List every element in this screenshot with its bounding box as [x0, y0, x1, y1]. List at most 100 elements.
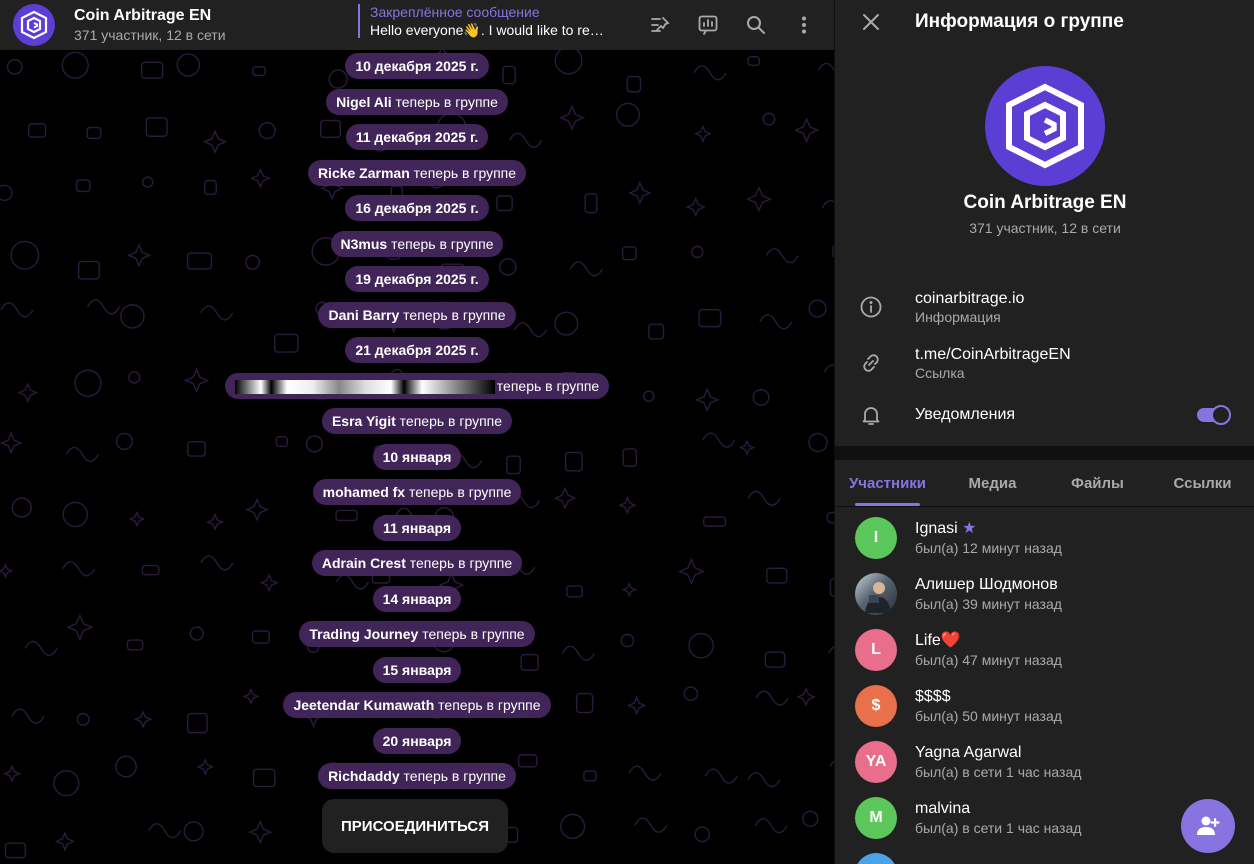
wallpaper-doodle: [248, 819, 273, 845]
chat-area: Coin Arbitrage EN 371 участник, 12 в сет…: [0, 0, 834, 864]
message-list: 10 декабря 2025 г. Nigel Ali теперь в гр…: [0, 53, 834, 789]
pinned-message[interactable]: Закреплённое сообщение Hello everyone👋. …: [358, 4, 608, 38]
member-name[interactable]: mohamed fx: [323, 484, 405, 500]
close-panel-button[interactable]: [853, 4, 889, 40]
date-separator: 15 января: [372, 656, 462, 683]
chat-subtitle: 371 участник, 12 в сети: [74, 27, 226, 43]
pinned-message-title: Закреплённое сообщение: [370, 4, 540, 20]
list-item[interactable]: YA Yagna Agarwal был(а) в сети 1 час наз…: [835, 734, 1254, 790]
panel-tabs: Участники Медиа Файлы Ссылки: [835, 460, 1254, 507]
invite-link-label: Ссылка: [915, 364, 965, 381]
list-item[interactable]: Алишер Шодмонов был(а) 39 минут назад: [835, 566, 1254, 622]
date-separator: 19 декабря 2025 г.: [345, 266, 489, 292]
pinned-list-button[interactable]: [642, 7, 678, 43]
member-status: был(а) в сети 1 час назад: [915, 764, 1082, 780]
member-text: Ignasi ★ был(а) 12 минут назад: [915, 519, 1062, 557]
info-description-row[interactable]: coinarbitrage.io Информация: [835, 283, 1254, 331]
date-separator: 11 декабря 2025 г.: [345, 124, 489, 150]
join-text: теперь в группе: [405, 555, 513, 571]
group-profile-avatar[interactable]: [985, 66, 1105, 186]
info-icon-wrap: [835, 295, 907, 319]
avatar: [855, 573, 897, 615]
search-icon: [747, 16, 765, 34]
avatar: $: [855, 685, 897, 727]
add-member-button[interactable]: [1181, 799, 1235, 853]
join-text: теперь в группе: [399, 768, 506, 784]
notifications-row[interactable]: Уведомления: [835, 391, 1254, 439]
invite-link-text[interactable]: t.me/CoinArbitrageEN: [915, 345, 1071, 365]
list-item[interactable]: $ $$$$ был(а) 50 минут назад: [835, 678, 1254, 734]
group-name: Coin Arbitrage EN: [963, 192, 1127, 213]
member-name[interactable]: Esra Yigit: [332, 413, 396, 429]
join-text: теперь в группе: [387, 235, 494, 252]
member-name[interactable]: Nigel Ali: [336, 94, 392, 110]
join-group-button[interactable]: ПРИСОЕДИНИТЬСЯ: [322, 799, 508, 853]
info-icon: [860, 296, 882, 318]
tab-files[interactable]: Файлы: [1045, 460, 1150, 506]
member-text: Yagna Agarwal был(а) в сети 1 час назад: [915, 743, 1081, 781]
website-label: Информация: [915, 308, 1001, 325]
list-item-partial[interactable]: [835, 846, 1254, 864]
list-item[interactable]: I Ignasi ★ был(а) 12 минут назад: [835, 510, 1254, 566]
join-text: теперь в группе: [395, 413, 503, 429]
join-text: теперь в группе: [391, 93, 498, 110]
member-name[interactable]: Ricke Zarman: [318, 165, 410, 181]
service-message: Dani Barry теперь в группе: [318, 301, 516, 328]
member-name[interactable]: N3mus: [341, 236, 388, 252]
bell-icon-wrap: [835, 403, 907, 427]
member-name[interactable]: Adrain Crest: [322, 555, 406, 571]
group-info-panel: Информация о группе Coin Arbitrage EN 37…: [834, 0, 1254, 864]
avatar: YA: [855, 741, 897, 783]
date-separator: 16 декабря 2025 г.: [345, 195, 489, 221]
wallpaper-doodle: [183, 821, 204, 842]
member-name[interactable]: Trading Journey: [309, 626, 418, 642]
join-text: теперь в группе: [399, 306, 506, 323]
wallpaper-doodle: [802, 810, 819, 827]
app-window: Coin Arbitrage EN 371 участник, 12 в сет…: [0, 0, 1254, 864]
pinned-message-text: Hello everyone👋. I would like to rem...: [370, 22, 608, 38]
member-name: malvina: [915, 800, 971, 817]
service-message: N3mus теперь в группе: [330, 230, 504, 257]
member-name[interactable]: Jeetendar Kumawath: [293, 697, 434, 713]
join-text: теперь в группе: [409, 164, 517, 181]
search-button[interactable]: [738, 7, 774, 43]
star-icon: ★: [962, 520, 977, 537]
group-member-count: 371 участник, 12 в сети: [969, 220, 1121, 236]
add-user-icon: [1197, 816, 1220, 835]
website-text[interactable]: coinarbitrage.io: [915, 289, 1024, 309]
join-text: теперь в группе: [434, 697, 541, 713]
notifications-toggle[interactable]: [1197, 405, 1231, 425]
group-logo-icon: [1006, 83, 1084, 169]
group-avatar[interactable]: [13, 4, 55, 46]
toggle-knob: [1211, 405, 1231, 425]
date-separator: 20 января: [372, 727, 462, 754]
notifications-text-block: Уведомления: [915, 405, 1015, 425]
link-icon: [863, 354, 879, 372]
close-icon: [863, 14, 879, 30]
tab-links[interactable]: Ссылки: [1150, 460, 1254, 506]
member-text: Алишер Шодмонов был(а) 39 минут назад: [915, 575, 1062, 613]
stats-button[interactable]: [690, 7, 726, 43]
chat-title-block[interactable]: Coin Arbitrage EN 371 участник, 12 в сет…: [74, 6, 344, 44]
avatar: [855, 853, 897, 864]
more-button[interactable]: [786, 7, 822, 43]
user-photo-icon: [865, 582, 891, 613]
avatar: M: [855, 797, 897, 839]
info-link-row[interactable]: t.me/CoinArbitrageEN Ссылка: [835, 339, 1254, 387]
list-item[interactable]: L Life❤️ был(а) 47 минут назад: [835, 622, 1254, 678]
member-name: Алишер Шодмонов: [915, 576, 1058, 593]
member-status: был(а) 39 минут назад: [915, 596, 1062, 612]
member-status: был(а) 50 минут назад: [915, 708, 1062, 724]
tab-members[interactable]: Участники: [835, 460, 940, 506]
tab-media[interactable]: Медиа: [940, 460, 1045, 506]
info-link: t.me/CoinArbitrageEN Ссылка: [915, 345, 1071, 382]
wallpaper-doodle: [694, 826, 711, 843]
member-name: Ignasi: [915, 520, 958, 537]
member-text: Life❤️ был(а) 47 минут назад: [915, 631, 1062, 669]
member-name[interactable]: Richdaddy: [328, 768, 400, 784]
service-message: Esra Yigit теперь в группе: [321, 408, 513, 434]
wallpaper-doodle: [754, 818, 788, 834]
member-name[interactable]: Dani Barry: [328, 307, 399, 323]
service-message: Nigel Ali теперь в группе: [326, 88, 508, 115]
join-text: теперь в группе: [496, 377, 600, 394]
